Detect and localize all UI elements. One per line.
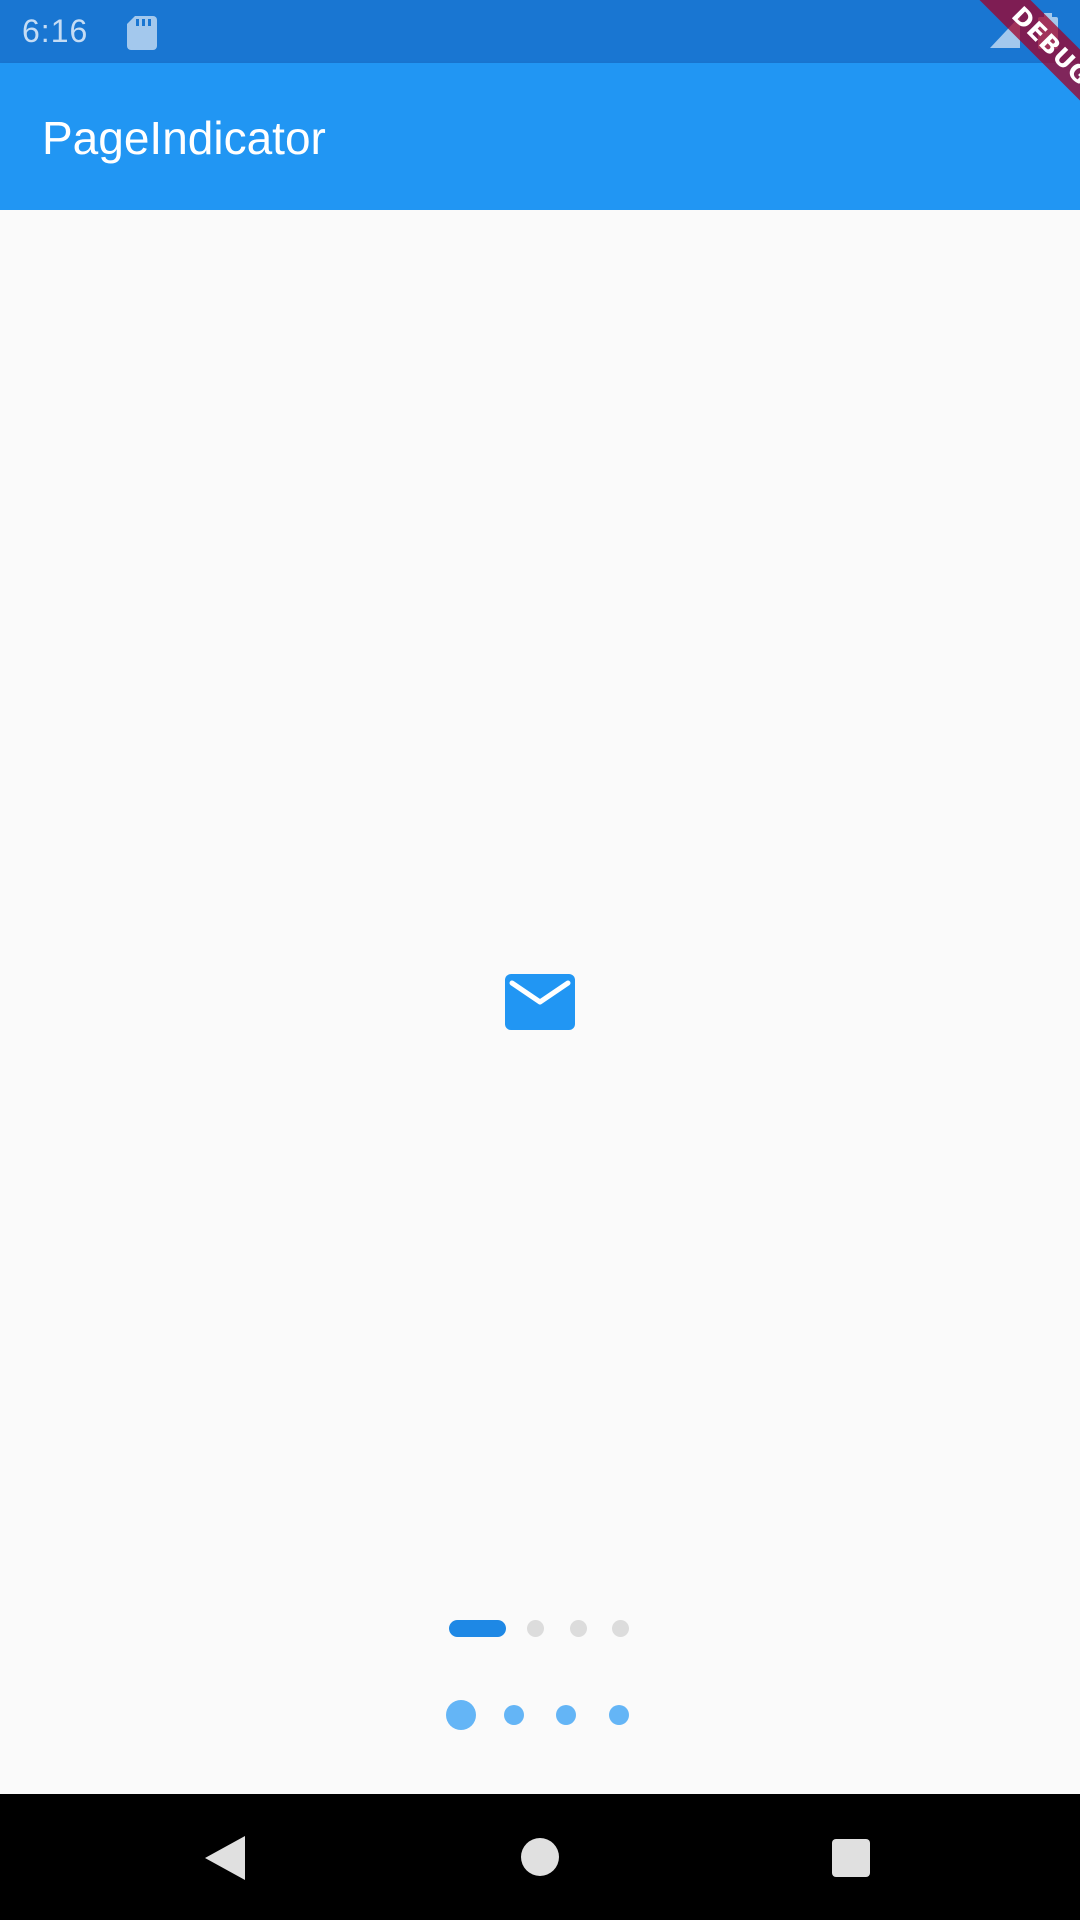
indicator-dot[interactable] (527, 1620, 544, 1637)
page-view[interactable] (0, 210, 1080, 1794)
indicator-dot-active[interactable] (446, 1700, 476, 1730)
indicator-dot[interactable] (570, 1620, 587, 1637)
signal-icon (990, 16, 1020, 48)
status-bar: 6:16 (0, 0, 1080, 63)
battery-icon (1038, 13, 1058, 49)
recents-icon[interactable] (832, 1839, 870, 1877)
indicator-dot[interactable] (609, 1705, 629, 1725)
app-bar: PageIndicator (0, 63, 1080, 210)
status-time: 6:16 (22, 13, 89, 49)
page-title: PageIndicator (42, 112, 326, 164)
sd-card-icon (127, 16, 157, 50)
pill-page-indicator (0, 1616, 1080, 1640)
system-nav-bar (0, 1794, 1080, 1920)
indicator-dot-active[interactable] (449, 1620, 506, 1637)
indicator-dot[interactable] (504, 1705, 524, 1725)
mail-icon (505, 974, 575, 1030)
home-icon[interactable] (521, 1838, 559, 1876)
scale-page-indicator (0, 1698, 1080, 1732)
back-icon[interactable] (205, 1836, 245, 1880)
indicator-dot[interactable] (612, 1620, 629, 1637)
indicator-dot[interactable] (556, 1705, 576, 1725)
